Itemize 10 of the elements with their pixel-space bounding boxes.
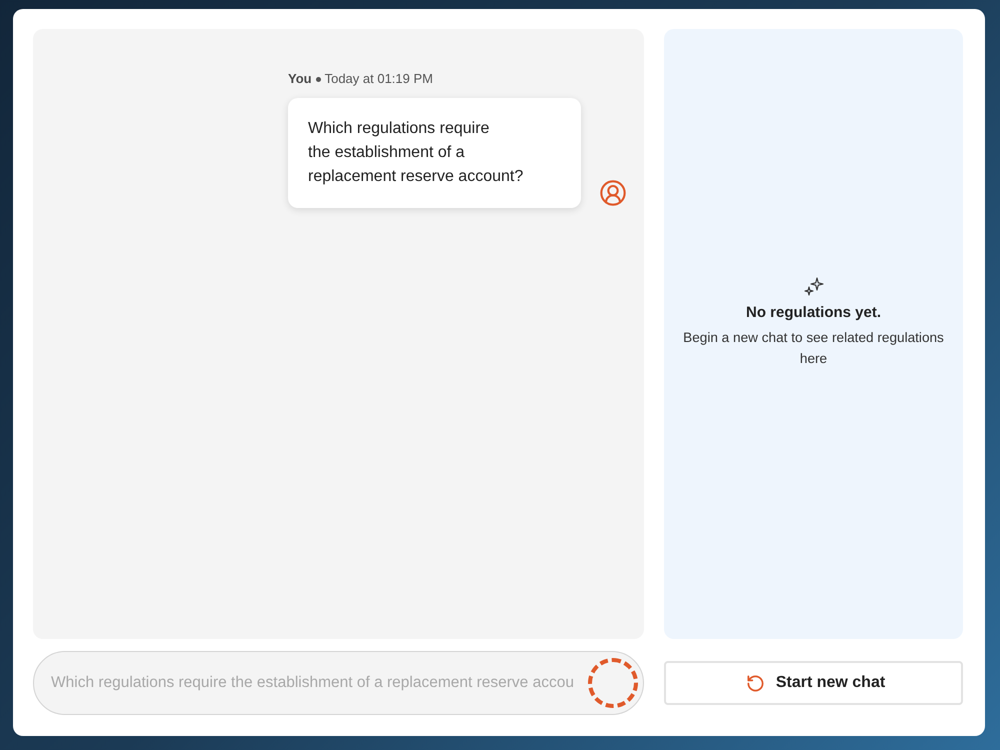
message-bubble: Which regulations require the establishment of a replacement reserve account?: [288, 98, 581, 208]
sparkle-icon: [804, 277, 824, 297]
refresh-icon: [746, 674, 765, 692]
start-new-chat-button[interactable]: Start new chat: [664, 661, 963, 705]
message-sender: You: [288, 71, 312, 87]
user-avatar-icon: [599, 179, 627, 207]
empty-state-title: No regulations yet.: [746, 303, 882, 323]
separator-dot-icon: [316, 76, 321, 82]
empty-state-message: Begin a new chat to see related regulations here: [682, 329, 945, 368]
message-time: Today at 01:19 PM: [324, 71, 433, 87]
